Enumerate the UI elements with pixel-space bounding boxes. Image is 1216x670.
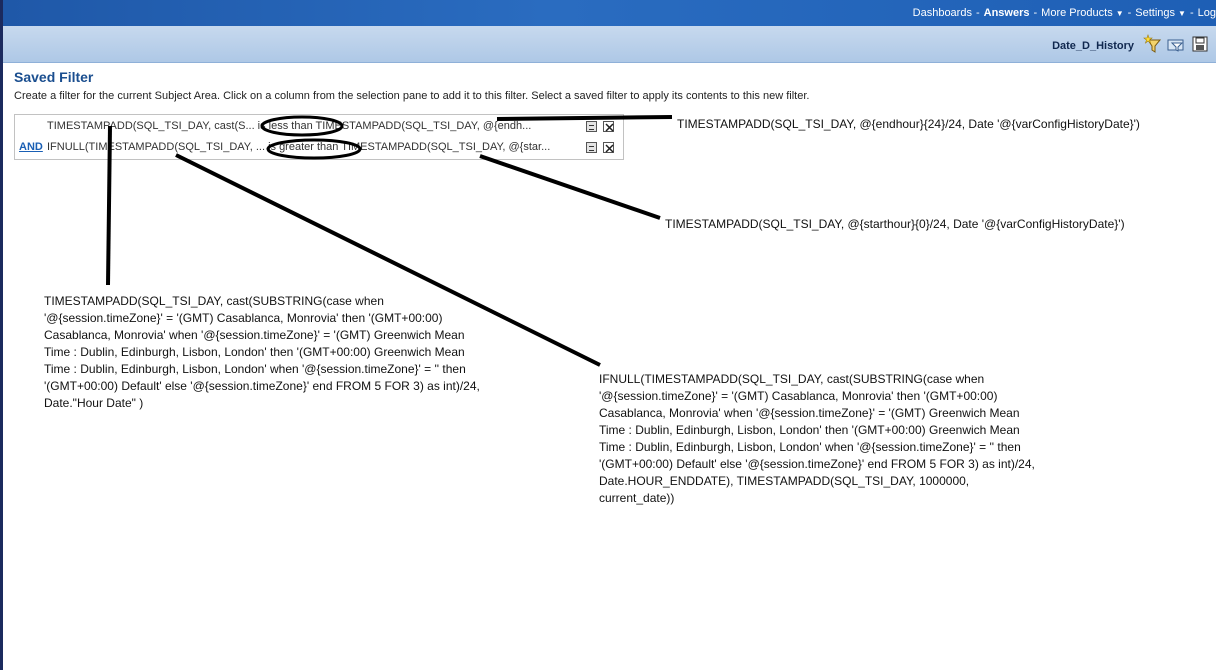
annotation-ellipse-less-than (260, 115, 344, 137)
annotation-start-note: TIMESTAMPADD(SQL_TSI_DAY, @{starthour}{0… (665, 217, 1125, 231)
annotation-ellipse-greater-than (266, 138, 362, 160)
annotation-left-note: TIMESTAMPADD(SQL_TSI_DAY, cast(SUBSTRING… (44, 294, 480, 410)
annotation-arrow-end (496, 115, 673, 121)
annotation-arrow-start (479, 154, 661, 220)
annotation-right-note: IFNULL(TIMESTAMPADD(SQL_TSI_DAY, cast(SU… (599, 372, 1035, 505)
annotation-end-note: TIMESTAMPADD(SQL_TSI_DAY, @{endhour}{24}… (677, 117, 1140, 131)
annotation-arrow-left (106, 125, 112, 286)
